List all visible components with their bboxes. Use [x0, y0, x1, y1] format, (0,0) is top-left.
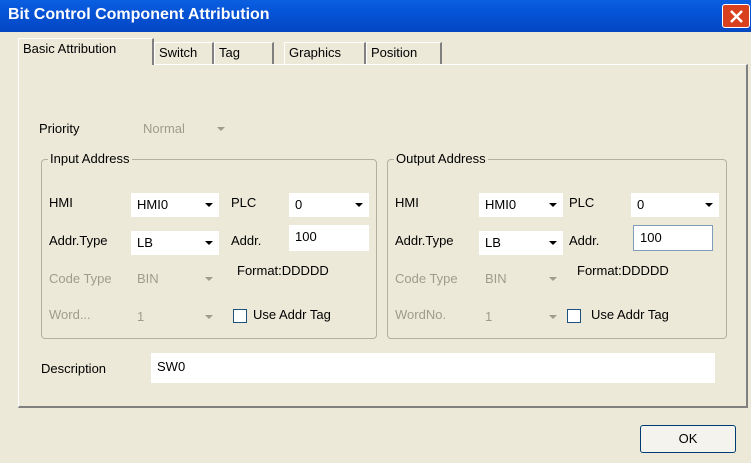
chevron-down-icon — [205, 315, 213, 319]
close-button[interactable] — [722, 4, 750, 28]
input-code-type-select[interactable]: BIN — [131, 267, 219, 291]
input-address-legend: Input Address — [48, 151, 132, 166]
output-addr-type-label: Addr.Type — [395, 233, 454, 248]
output-format-text: Format:DDDDD — [577, 263, 669, 278]
input-plc-label: PLC — [231, 195, 257, 210]
chevron-down-icon — [205, 241, 213, 245]
output-word-label: WordNo. — [395, 307, 447, 322]
description-field[interactable]: SW0 — [151, 353, 715, 383]
input-addr-type-select[interactable]: LB — [131, 231, 219, 255]
output-hmi-select[interactable]: HMI0 — [479, 193, 563, 217]
input-hmi-label: HMI — [49, 195, 73, 210]
chevron-down-icon — [355, 203, 363, 207]
input-hmi-select[interactable]: HMI0 — [131, 193, 219, 217]
chevron-down-icon — [549, 277, 557, 281]
chevron-down-icon — [217, 127, 225, 131]
output-addr-label: Addr. — [569, 233, 600, 248]
output-word-select[interactable]: 1 — [479, 305, 563, 329]
output-plc-label: PLC — [569, 195, 595, 210]
tab-graphics[interactable]: Graphics — [284, 42, 366, 64]
priority-label: Priority — [39, 121, 80, 136]
input-addr-field[interactable]: 100 — [289, 225, 369, 251]
ok-button[interactable]: OK — [640, 425, 736, 453]
output-addr-type-select[interactable]: LB — [479, 231, 563, 255]
close-icon — [730, 10, 743, 23]
tab-switch[interactable]: Switch — [154, 42, 214, 64]
input-format-text: Format:DDDDD — [237, 263, 329, 278]
ok-button-label: OK — [678, 431, 698, 446]
tab-tag[interactable]: Tag — [214, 42, 274, 64]
input-use-addr-tag-checkbox[interactable] — [233, 309, 247, 323]
input-addr-type-label: Addr.Type — [49, 233, 108, 248]
input-code-type-label: Code Type — [49, 271, 112, 286]
window-title: Bit Control Component Attribution — [8, 6, 270, 23]
chevron-down-icon — [705, 203, 713, 207]
output-addr-field[interactable]: 100 — [633, 225, 713, 251]
output-use-addr-tag-checkbox[interactable] — [567, 309, 581, 323]
chevron-down-icon — [205, 277, 213, 281]
chevron-down-icon — [549, 203, 557, 207]
output-hmi-label: HMI — [395, 195, 419, 210]
chevron-down-icon — [205, 203, 213, 207]
chevron-down-icon — [549, 315, 557, 319]
chevron-down-icon — [549, 241, 557, 245]
input-use-addr-tag-label: Use Addr Tag — [253, 307, 331, 322]
input-addr-label: Addr. — [231, 233, 262, 248]
title-bar: Bit Control Component Attribution — [0, 0, 751, 32]
priority-select[interactable]: Normal — [137, 117, 231, 141]
tab-basic-attribution[interactable]: Basic Attribution — [18, 38, 154, 65]
output-plc-select[interactable]: 0 — [631, 193, 719, 217]
input-plc-select[interactable]: 0 — [289, 193, 369, 217]
description-label: Description — [41, 361, 107, 376]
input-word-label: Word... — [49, 307, 91, 322]
output-use-addr-tag-label: Use Addr Tag — [591, 307, 669, 322]
output-code-type-label: Code Type — [395, 271, 458, 286]
output-code-type-select[interactable]: BIN — [479, 267, 563, 291]
input-word-select[interactable]: 1 — [131, 305, 219, 329]
tab-position[interactable]: Position — [366, 42, 442, 64]
tab-panel: Priority Normal Input Address HMI HMI0 P… — [18, 64, 748, 408]
output-address-legend: Output Address — [394, 151, 488, 166]
